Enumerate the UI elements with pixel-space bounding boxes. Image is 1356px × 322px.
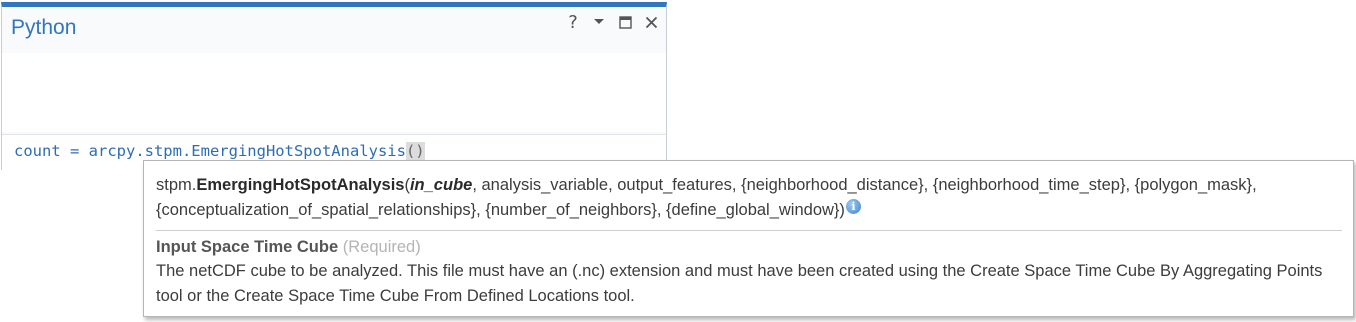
parameter-heading: Input Space Time Cube (Required) (156, 235, 421, 259)
pane-controls: ? (562, 11, 662, 33)
code-prefix: count = arcpy.stpm.EmergingHotSpotAnalys… (14, 142, 406, 160)
parameter-name: Input Space Time Cube (156, 238, 339, 256)
help-button[interactable]: ? (562, 11, 584, 33)
sig-module: stpm. (156, 176, 197, 194)
parameter-description: The netCDF cube to be analyzed. This fil… (156, 262, 1323, 305)
help-icon: ? (568, 11, 578, 33)
python-transcript[interactable] (2, 53, 666, 132)
maximize-icon (618, 15, 632, 29)
close-button[interactable] (640, 11, 662, 33)
python-pane: Python ? count = arcpy.stpm.EmergingHotS… (1, 2, 667, 170)
pane-menu-button[interactable] (588, 11, 610, 33)
tooltip-divider (156, 230, 1342, 231)
code-input-text[interactable]: count = arcpy.stpm.EmergingHotSpotAnalys… (14, 142, 425, 160)
sig-current-param: in_cube (409, 176, 473, 194)
parameter-requirement: (Required) (342, 238, 421, 256)
chevron-down-icon (594, 19, 604, 24)
info-icon[interactable]: i (845, 199, 861, 214)
signature-tooltip: stpm.EmergingHotSpotAnalysis(in_cube, an… (143, 160, 1354, 317)
paren-match: () (405, 142, 425, 160)
pane-title: Python (11, 16, 77, 39)
function-signature: stpm.EmergingHotSpotAnalysis(in_cube, an… (156, 173, 1342, 223)
sig-function-name: EmergingHotSpotAnalysis (196, 176, 405, 194)
pane-header: Python ? (2, 7, 666, 53)
maximize-button[interactable] (614, 11, 636, 33)
close-icon (645, 16, 657, 28)
